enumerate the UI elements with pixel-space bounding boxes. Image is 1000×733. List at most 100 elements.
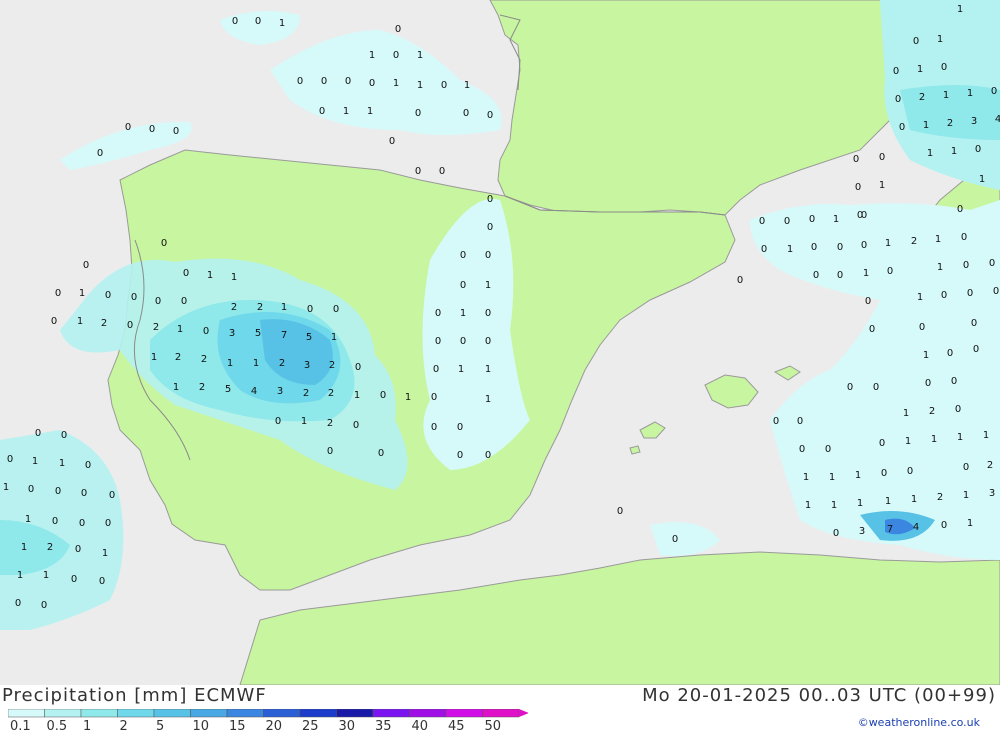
precip-value: 1 — [354, 390, 360, 401]
precip-value: 0 — [173, 126, 179, 137]
precip-value: 2 — [327, 418, 333, 429]
precip-value: 0 — [435, 308, 441, 319]
precip-value: 0 — [378, 448, 384, 459]
precip-value: 1 — [301, 416, 307, 427]
precip-value: 1 — [32, 456, 38, 467]
precip-value: 3 — [971, 116, 977, 127]
precip-value: 1 — [207, 270, 213, 281]
precip-value: 0 — [131, 292, 137, 303]
precip-value: 2 — [199, 382, 205, 393]
precip-value: 0 — [967, 288, 973, 299]
precip-value: 1 — [937, 262, 943, 273]
precip-value: 0 — [991, 86, 997, 97]
precip-value: 1 — [460, 308, 466, 319]
precip-value: 0 — [463, 108, 469, 119]
precip-value: 0 — [125, 122, 131, 133]
precip-value: 0 — [797, 416, 803, 427]
precip-value: 0 — [893, 66, 899, 77]
precip-value: 0 — [75, 544, 81, 555]
precip-value: 0 — [460, 250, 466, 261]
site-credit[interactable]: ©weatheronline.co.uk — [858, 716, 980, 729]
precip-value: 1 — [885, 238, 891, 249]
precip-value: 0 — [881, 468, 887, 479]
legend-swatch — [8, 709, 45, 718]
precip-value: 1 — [343, 106, 349, 117]
precip-value: 0 — [485, 336, 491, 347]
precip-value: 0 — [99, 576, 105, 587]
precip-value: 1 — [935, 234, 941, 245]
precip-value: 0 — [79, 518, 85, 529]
legend-label: 15 — [229, 719, 246, 731]
precip-value: 0 — [861, 210, 867, 221]
map-datetime: Mo 20-01-2025 00..03 UTC (00+99) — [642, 685, 996, 706]
precip-value: 1 — [943, 90, 949, 101]
precip-value: 1 — [923, 120, 929, 131]
precip-value: 1 — [963, 490, 969, 501]
precip-value: 0 — [973, 344, 979, 355]
precip-value: 0 — [161, 238, 167, 249]
precip-value: 0 — [15, 598, 21, 609]
precip-value: 0 — [887, 266, 893, 277]
precip-value: 0 — [439, 166, 445, 177]
precip-value: 0 — [457, 450, 463, 461]
precip-value: 2 — [175, 352, 181, 363]
precip-value: 3 — [229, 328, 235, 339]
legend-label: 5 — [156, 719, 164, 731]
legend-label: 1 — [83, 719, 91, 731]
precip-value: 0 — [431, 392, 437, 403]
legend-label: 25 — [302, 719, 319, 731]
precip-value: 2 — [257, 302, 263, 313]
precip-value: 7 — [887, 524, 893, 535]
precip-value: 4 — [995, 114, 1000, 125]
legend-swatch — [299, 709, 337, 718]
precip-value: 1 — [279, 18, 285, 29]
precip-value: 0 — [485, 308, 491, 319]
legend-label: 20 — [266, 719, 283, 731]
precip-value: 2 — [201, 354, 207, 365]
legend-arrow-icon — [519, 709, 528, 717]
precip-value: 0 — [907, 466, 913, 477]
precip-value: 1 — [857, 498, 863, 509]
precip-value: 0 — [41, 600, 47, 611]
precip-value: 1 — [831, 500, 837, 511]
precip-value: 2 — [929, 406, 935, 417]
precip-value: 0 — [865, 296, 871, 307]
legend-label: 0.1 — [10, 719, 31, 731]
precip-value: 0 — [989, 258, 995, 269]
precip-value: 0 — [919, 322, 925, 333]
legend-swatch — [44, 709, 82, 718]
precip-value: 1 — [102, 548, 108, 559]
precip-value: 2 — [919, 92, 925, 103]
precip-value: 1 — [17, 570, 23, 581]
precip-value: 0 — [957, 204, 963, 215]
precip-value: 0 — [833, 528, 839, 539]
precip-value: 0 — [487, 110, 493, 121]
precip-value: 5 — [306, 332, 312, 343]
precip-value: 0 — [457, 422, 463, 433]
precip-value: 0 — [761, 244, 767, 255]
precip-value: 0 — [435, 336, 441, 347]
precip-value: 1 — [59, 458, 65, 469]
legend-swatch — [117, 709, 155, 718]
precip-value: 0 — [203, 326, 209, 337]
precip-value: 1 — [803, 472, 809, 483]
precip-value: 0 — [955, 404, 961, 415]
precip-value: 0 — [941, 62, 947, 73]
precip-value: 1 — [787, 244, 793, 255]
precip-value: 0 — [275, 416, 281, 427]
precip-value: 0 — [345, 76, 351, 87]
precip-value: 0 — [784, 216, 790, 227]
precip-value: 1 — [43, 570, 49, 581]
precip-value: 0 — [369, 78, 375, 89]
precip-value: 1 — [979, 174, 985, 185]
precip-value: 0 — [355, 362, 361, 373]
precip-value: 1 — [3, 482, 9, 493]
precip-value: 0 — [127, 320, 133, 331]
precip-value: 2 — [329, 360, 335, 371]
legend-label: 10 — [193, 719, 210, 731]
precip-value: 1 — [805, 500, 811, 511]
map-title: Precipitation [mm] ECMWF — [2, 685, 267, 706]
precip-value: 0 — [825, 444, 831, 455]
legend-label: 40 — [412, 719, 429, 731]
legend-label: 35 — [375, 719, 392, 731]
